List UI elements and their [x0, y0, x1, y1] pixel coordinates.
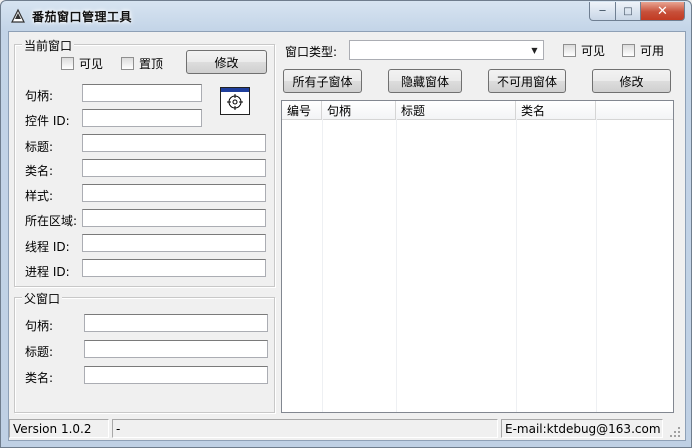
- class-name-field[interactable]: [82, 159, 266, 177]
- control-id-field[interactable]: [82, 109, 202, 127]
- column-header-handle[interactable]: 句柄: [322, 101, 396, 119]
- crosshair-icon: [227, 94, 243, 110]
- column-header-class[interactable]: 类名: [516, 101, 596, 119]
- list-visible-checkbox[interactable]: 可见: [563, 42, 605, 59]
- topmost-label: 置顶: [139, 57, 164, 71]
- list-visible-box[interactable]: [563, 44, 576, 57]
- list-modify-button[interactable]: 修改: [592, 69, 671, 93]
- title-field[interactable]: [82, 134, 266, 152]
- list-header: 编号 句柄 标题 类名: [282, 101, 673, 120]
- status-bar: Version 1.0.2 - E-mail:ktdebug@163.com: [9, 416, 685, 440]
- parent-class-field[interactable]: [84, 366, 268, 384]
- email-status: E-mail:ktdebug@163.com: [501, 419, 663, 438]
- column-header-title[interactable]: 标题: [396, 101, 516, 119]
- thread-id-label: 线程 ID:: [25, 240, 70, 254]
- window-type-label: 窗口类型:: [285, 45, 338, 59]
- close-button[interactable]: ✕: [641, 2, 685, 21]
- parent-title-field[interactable]: [84, 340, 268, 358]
- window-list[interactable]: 编号 句柄 标题 类名: [281, 100, 674, 413]
- current-visible-checkbox[interactable]: 可见: [61, 55, 103, 72]
- disabled-windows-button[interactable]: 不可用窗体: [488, 69, 566, 93]
- parent-title-label: 标题:: [25, 345, 54, 359]
- dropdown-arrow-icon[interactable]: ▼: [527, 42, 542, 58]
- close-icon: ✕: [657, 3, 668, 19]
- title-label: 标题:: [25, 140, 54, 154]
- middle-status: -: [112, 419, 498, 438]
- hidden-windows-button[interactable]: 隐藏窗体: [388, 69, 462, 93]
- handle-field[interactable]: [82, 84, 202, 102]
- window-title: 番茄窗口管理工具: [32, 10, 133, 24]
- current-visible-label: 可见: [79, 57, 104, 71]
- style-field[interactable]: [82, 184, 266, 202]
- handle-label: 句柄:: [25, 89, 54, 103]
- style-label: 样式:: [25, 189, 54, 203]
- client-area: 当前窗口 可见 置顶 修改 句柄: 控件 ID: 标题: 类名: 样式: 所在区…: [8, 31, 686, 441]
- column-divider: [396, 119, 397, 412]
- maximize-button[interactable]: □: [616, 2, 641, 21]
- version-status: Version 1.0.2: [9, 419, 109, 438]
- list-usable-checkbox[interactable]: 可用: [622, 42, 664, 59]
- minimize-icon: ─: [599, 5, 606, 17]
- current-modify-button[interactable]: 修改: [186, 50, 267, 74]
- all-children-button[interactable]: 所有子窗体: [283, 69, 362, 93]
- process-id-label: 进程 ID:: [25, 265, 70, 279]
- process-id-field[interactable]: [82, 259, 266, 277]
- control-id-label: 控件 ID:: [25, 114, 70, 128]
- parent-window-legend: 父窗口: [22, 290, 63, 307]
- window-type-select[interactable]: ▼: [349, 40, 544, 60]
- list-usable-label: 可用: [640, 44, 665, 58]
- topmost-box[interactable]: [121, 57, 134, 70]
- current-window-legend: 当前窗口: [22, 37, 75, 54]
- column-divider: [322, 119, 323, 412]
- main-window: 番茄窗口管理工具 ─ □ ✕ 当前窗口 可见 置顶 修改 句柄: 控件 ID: …: [0, 0, 692, 448]
- list-visible-label: 可见: [581, 44, 606, 58]
- title-bar[interactable]: 番茄窗口管理工具 ─ □ ✕: [1, 1, 691, 31]
- size-grip-icon[interactable]: [669, 426, 681, 438]
- column-divider: [596, 119, 597, 412]
- region-field[interactable]: [82, 209, 266, 227]
- parent-handle-label: 句柄:: [25, 319, 54, 333]
- finder-titlebar: [221, 88, 249, 92]
- thread-id-field[interactable]: [82, 234, 266, 252]
- topmost-checkbox[interactable]: 置顶: [121, 55, 163, 72]
- class-name-label: 类名:: [25, 164, 54, 178]
- region-label: 所在区域:: [25, 214, 78, 228]
- column-header-number[interactable]: 编号: [282, 101, 322, 119]
- app-icon: [11, 8, 25, 23]
- list-usable-box[interactable]: [622, 44, 635, 57]
- maximize-icon: □: [623, 5, 633, 17]
- parent-handle-field[interactable]: [84, 314, 268, 332]
- window-finder-tool[interactable]: [220, 87, 250, 115]
- column-divider: [516, 119, 517, 412]
- parent-class-label: 类名:: [25, 371, 54, 385]
- current-visible-box[interactable]: [61, 57, 74, 70]
- caption-buttons: ─ □ ✕: [589, 2, 685, 21]
- minimize-button[interactable]: ─: [589, 2, 616, 21]
